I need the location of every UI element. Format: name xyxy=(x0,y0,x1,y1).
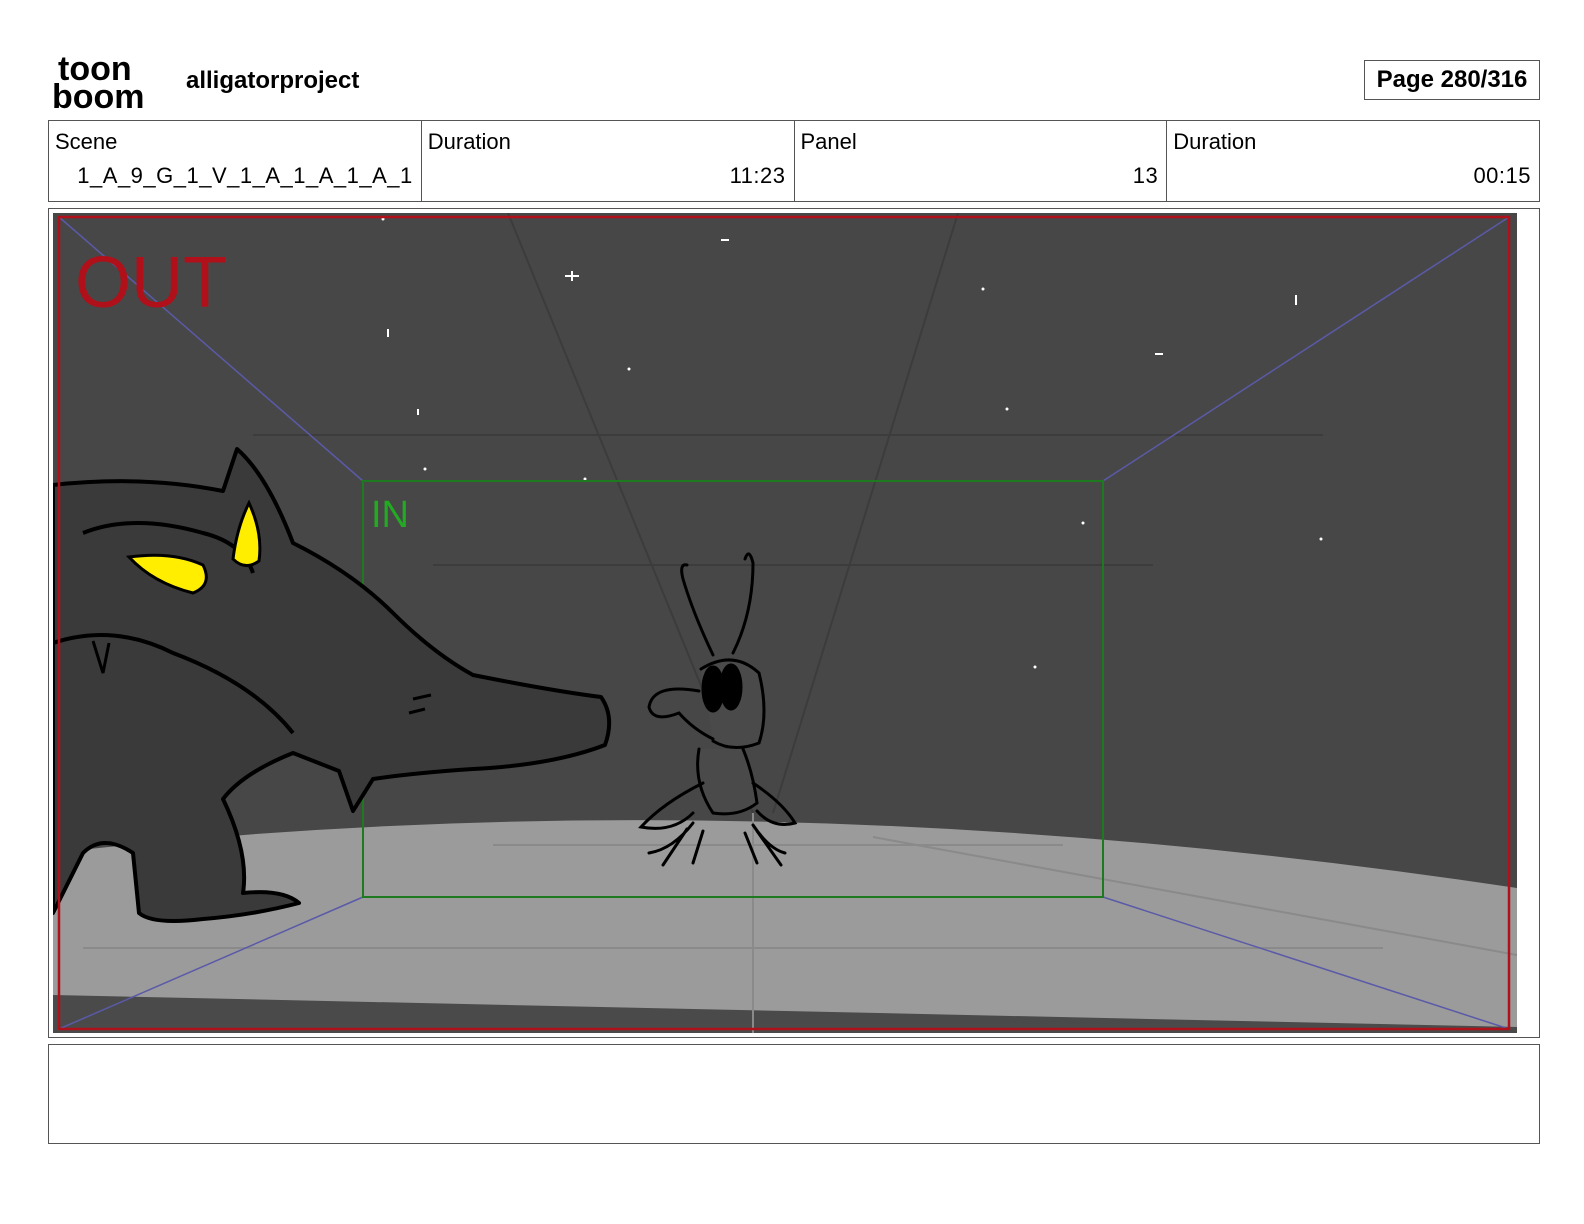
panel-duration-cell: Duration 00:15 xyxy=(1167,121,1539,201)
panel-duration-label: Duration xyxy=(1173,129,1257,154)
panel-cell: Panel 13 xyxy=(795,121,1168,201)
panel-drawing: IN OUT xyxy=(53,213,1517,1033)
project-name: alligatorproject xyxy=(186,67,360,94)
storyboard-panel: IN OUT xyxy=(48,208,1540,1038)
scene-info-table: Scene 1_A_9_G_1_V_1_A_1_A_1_A_1 Duration… xyxy=(48,120,1540,202)
toonboom-logo: toon boom xyxy=(52,50,164,116)
scene-cell: Scene 1_A_9_G_1_V_1_A_1_A_1_A_1 xyxy=(49,121,422,201)
panel-duration-value: 00:15 xyxy=(1473,163,1531,188)
page-indicator: Page 280/316 xyxy=(1364,60,1540,100)
panel-value: 13 xyxy=(1132,163,1159,188)
bug-eye-right xyxy=(719,663,743,711)
out-label: OUT xyxy=(75,243,227,323)
scene-duration-cell: Duration 11:23 xyxy=(422,121,795,201)
panel-notes-box xyxy=(48,1044,1540,1144)
bug-body xyxy=(696,747,759,816)
scene-value: 1_A_9_G_1_V_1_A_1_A_1_A_1 xyxy=(77,163,413,188)
logo-text-bottom: boom xyxy=(52,78,145,110)
scene-label: Scene xyxy=(55,129,118,154)
in-label: IN xyxy=(371,494,409,536)
scene-duration-value: 11:23 xyxy=(729,163,786,188)
scene-duration-label: Duration xyxy=(427,129,511,154)
panel-label: Panel xyxy=(800,129,857,154)
